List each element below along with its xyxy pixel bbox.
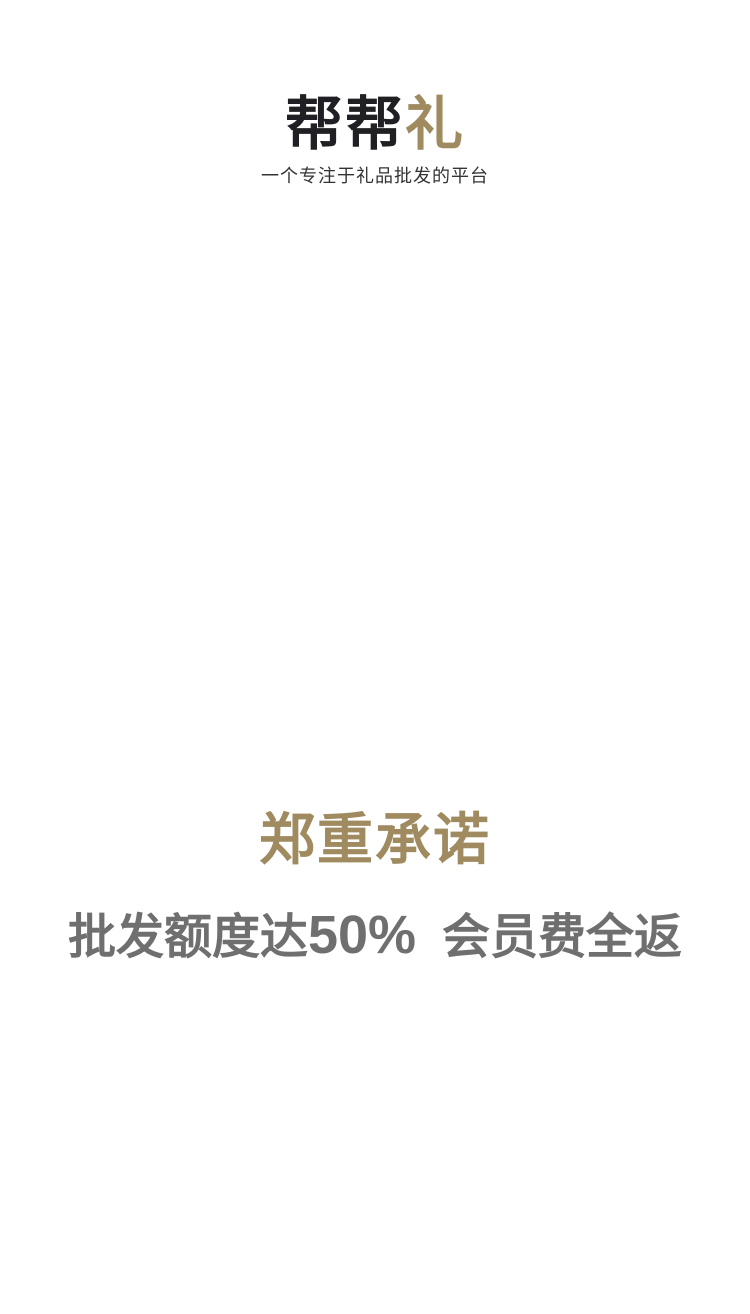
brand-name-accent: 礼 [405, 90, 466, 158]
brand-tagline: 一个专注于礼品批发的平台 [261, 166, 489, 187]
promise-suffix: 会员费全返 [442, 909, 683, 965]
brand-logo: 帮帮礼 [0, 94, 750, 154]
promise-percentage: 50% [307, 905, 417, 965]
promise-title: 郑重承诺 [259, 807, 491, 873]
promise-prefix: 批发额度达 [67, 909, 308, 965]
brand-name-main: 帮帮 [284, 90, 405, 158]
promise-statement: 批发额度达50% 会员费全返 [0, 902, 750, 970]
